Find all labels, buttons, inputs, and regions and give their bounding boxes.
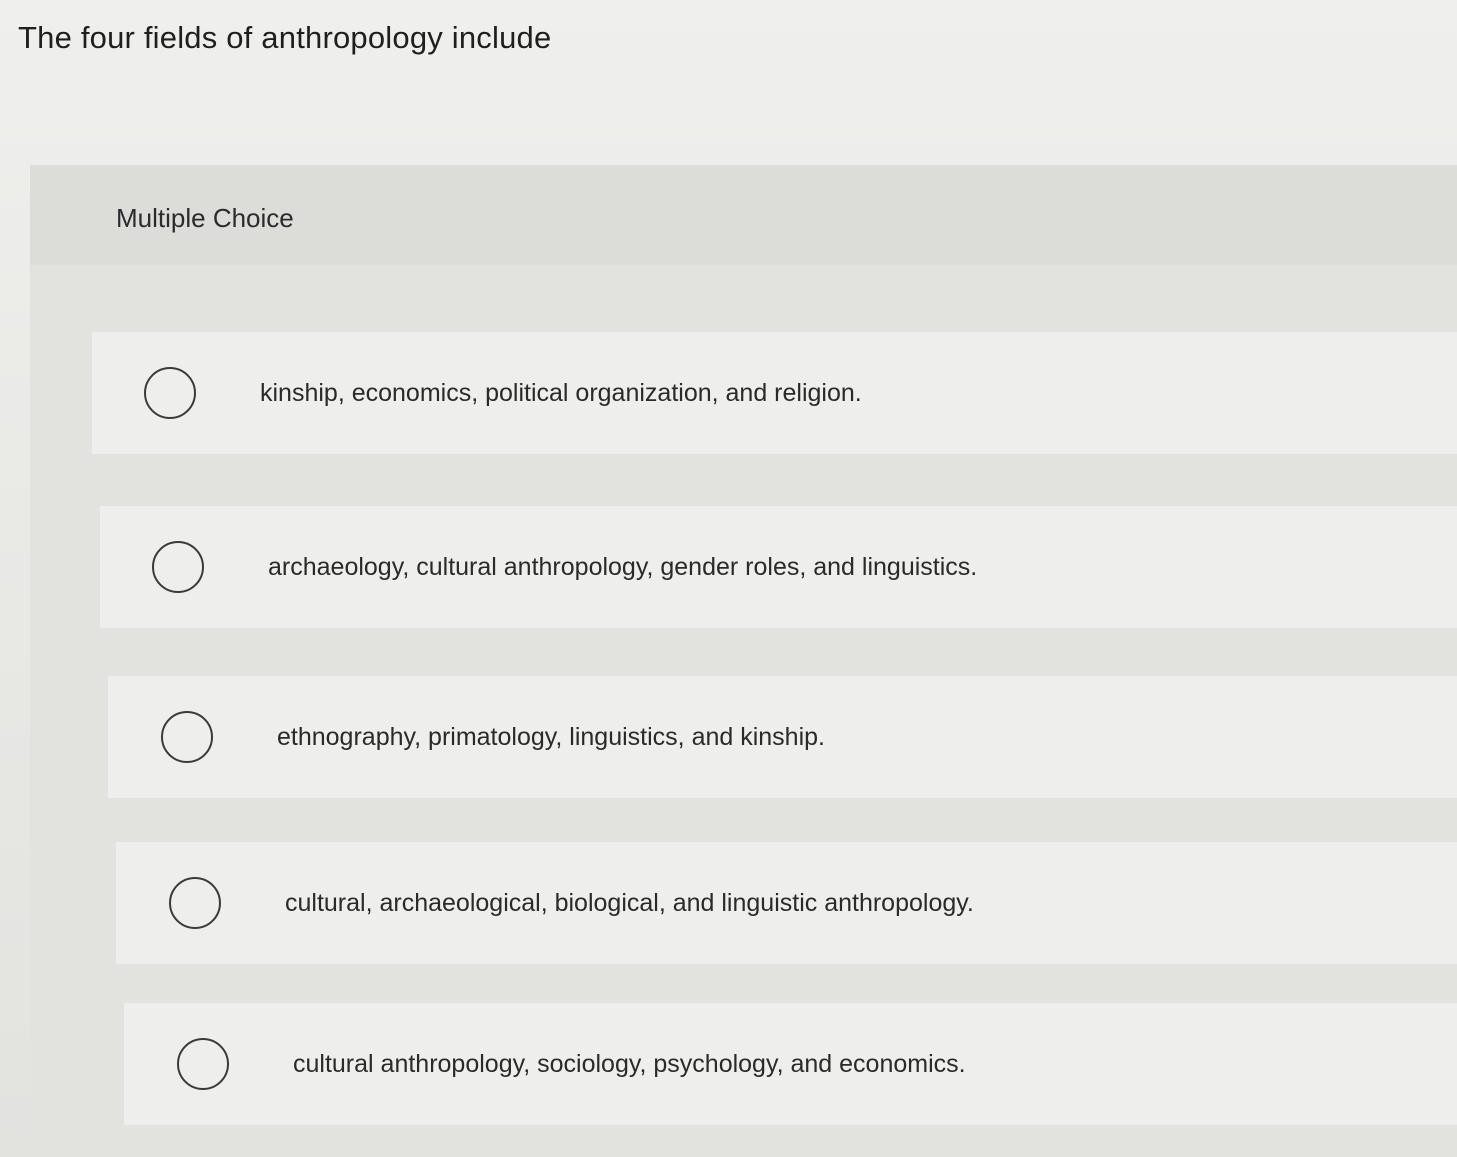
- choice-option-5[interactable]: cultural anthropology, sociology, psycho…: [124, 1003, 1457, 1125]
- radio-button-2[interactable]: [152, 541, 204, 593]
- choice-option-1[interactable]: kinship, economics, political organizati…: [92, 332, 1457, 454]
- choice-label-4: cultural, archaeological, biological, an…: [285, 888, 974, 917]
- choice-option-4[interactable]: cultural, archaeological, biological, an…: [116, 842, 1457, 964]
- choice-label-5: cultural anthropology, sociology, psycho…: [293, 1049, 966, 1078]
- choice-label-3: ethnography, primatology, linguistics, a…: [277, 722, 825, 751]
- radio-button-1[interactable]: [144, 367, 196, 419]
- radio-button-5[interactable]: [177, 1038, 229, 1090]
- radio-button-4[interactable]: [169, 877, 221, 929]
- question-text: The four fields of anthropology include: [18, 20, 552, 55]
- choice-option-2[interactable]: archaeology, cultural anthropology, gend…: [100, 506, 1457, 628]
- choice-label-2: archaeology, cultural anthropology, gend…: [268, 552, 978, 581]
- choice-option-3[interactable]: ethnography, primatology, linguistics, a…: [108, 676, 1457, 798]
- question-type-label: Multiple Choice: [116, 203, 294, 233]
- radio-button-3[interactable]: [161, 711, 213, 763]
- panel-header: Multiple Choice: [30, 165, 1457, 265]
- choice-label-1: kinship, economics, political organizati…: [260, 378, 862, 407]
